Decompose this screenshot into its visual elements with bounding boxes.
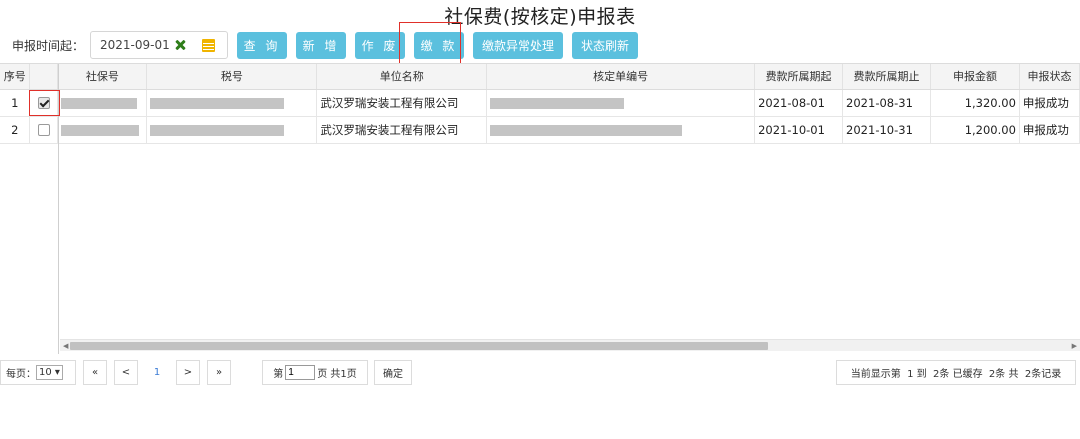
horizontal-scrollbar[interactable]: ◀ ▶: [60, 339, 1080, 351]
row-checkbox[interactable]: [37, 124, 50, 136]
start-date-value[interactable]: 2021-09-01: [100, 38, 172, 52]
current-page-link[interactable]: 1: [145, 359, 169, 385]
col-header-tax-no[interactable]: 税号: [146, 64, 318, 90]
per-page-box: 每页： 10 ▾: [0, 359, 76, 385]
record-summary: 当前显示第 1 到 2条 已缓存 2条 共 2条记录: [836, 359, 1076, 385]
redacted-social-security-no: [61, 124, 140, 136]
pagination-bar: 每页： 10 ▾ « < 1 > » 第 页 共1页 确定 当前显示第 1 到 …: [0, 359, 1080, 385]
col-header-social-security-no[interactable]: 社保号: [57, 64, 148, 90]
period-start-cell: 2021-10-01: [754, 116, 844, 144]
table-header-row: 序号 社保号 税号 单位名称 核定单编号 费款所属期起 费款所属期止 申报金额 …: [0, 64, 1080, 90]
declaration-table: 序号 社保号 税号 单位名称 核定单编号 费款所属期起 费款所属期止 申报金额 …: [0, 64, 1080, 144]
table-row[interactable]: 2 武汉罗瑞安装工程有限公司 2021-10-01 2021-10-31 1,2…: [0, 116, 1080, 144]
col-header-select: [29, 64, 59, 90]
redacted-approval-no: [490, 124, 683, 136]
start-date-field[interactable]: 2021-09-01: [90, 31, 229, 59]
col-header-amount[interactable]: 申报金额: [930, 64, 1020, 90]
status-cell: 申报成功: [1019, 89, 1080, 117]
last-page-button[interactable]: »: [207, 359, 231, 385]
page-title: 社保费(按核定)申报表: [444, 6, 636, 28]
clear-icon[interactable]: [172, 37, 188, 53]
tax-no-cell: [146, 116, 318, 144]
col-header-period-end[interactable]: 费款所属期止: [842, 64, 931, 90]
redacted-social-security-no: [61, 97, 138, 109]
redacted-tax-no: [150, 124, 285, 136]
scroll-right-arrow-icon[interactable]: ▶: [1072, 342, 1077, 350]
social-security-no-cell: [57, 116, 148, 144]
calendar-icon[interactable]: [202, 38, 216, 52]
scroll-left-arrow-icon[interactable]: ◀: [63, 342, 68, 350]
period-end-cell: 2021-10-31: [842, 116, 931, 144]
status-cell: 申报成功: [1019, 116, 1080, 144]
row-select-cell[interactable]: [29, 116, 59, 144]
col-header-period-start[interactable]: 费款所属期起: [754, 64, 844, 90]
page-jump-box: 第 页 共1页: [262, 359, 368, 385]
page-prefix: 第: [273, 368, 284, 380]
redacted-approval-no: [490, 97, 625, 109]
date-label: 申报时间起：: [12, 38, 85, 53]
page-number-input[interactable]: [285, 364, 316, 380]
col-header-status[interactable]: 申报状态: [1019, 64, 1080, 90]
add-button[interactable]: 新 增: [296, 31, 347, 59]
redacted-tax-no: [150, 97, 285, 109]
period-end-cell: 2021-08-31: [842, 89, 931, 117]
pay-button-highlight: [399, 22, 461, 65]
prev-page-button[interactable]: <: [114, 359, 138, 385]
first-page-button[interactable]: «: [83, 359, 107, 385]
pay-exception-button[interactable]: 缴款异常处理: [473, 31, 564, 59]
declaration-grid: 序号 社保号 税号 单位名称 核定单编号 费款所属期起 费款所属期止 申报金额 …: [0, 63, 1080, 354]
col-header-index: 序号: [0, 64, 31, 90]
approval-no-cell: [486, 89, 756, 117]
per-page-label: 每页：: [6, 368, 36, 380]
query-button[interactable]: 查 询: [237, 31, 288, 59]
checkbox-highlight: [29, 90, 60, 116]
company-name-cell: 武汉罗瑞安装工程有限公司: [316, 89, 488, 117]
amount-cell: 1,320.00: [930, 89, 1020, 117]
tax-no-cell: [146, 89, 318, 117]
void-button[interactable]: 作 废: [355, 31, 406, 59]
row-index: 2: [0, 116, 31, 144]
company-name-cell: 武汉罗瑞安装工程有限公司: [316, 116, 488, 144]
per-page-select[interactable]: 10 ▾: [36, 364, 63, 380]
confirm-page-button[interactable]: 确定: [374, 359, 412, 385]
amount-cell: 1,200.00: [930, 116, 1020, 144]
scrollbar-thumb[interactable]: [70, 342, 768, 350]
social-security-no-cell: [57, 89, 148, 117]
refresh-status-button[interactable]: 状态刷新: [572, 31, 639, 59]
toolbar: 申报时间起： 2021-09-01 查 询 新 增 作 废 缴 款 缴款异常处理…: [12, 31, 639, 59]
approval-no-cell: [486, 116, 756, 144]
per-page-value: 10: [39, 366, 52, 378]
page-suffix: 页 共1页: [317, 368, 357, 380]
col-header-approval-no[interactable]: 核定单编号: [486, 64, 756, 90]
table-row[interactable]: 1 武汉罗瑞安装工程有限公司 2021-08-01 2021-08-31 1,3…: [0, 89, 1080, 117]
row-index: 1: [0, 89, 31, 117]
col-header-company-name[interactable]: 单位名称: [316, 64, 488, 90]
period-start-cell: 2021-08-01: [754, 89, 844, 117]
next-page-button[interactable]: >: [176, 359, 200, 385]
